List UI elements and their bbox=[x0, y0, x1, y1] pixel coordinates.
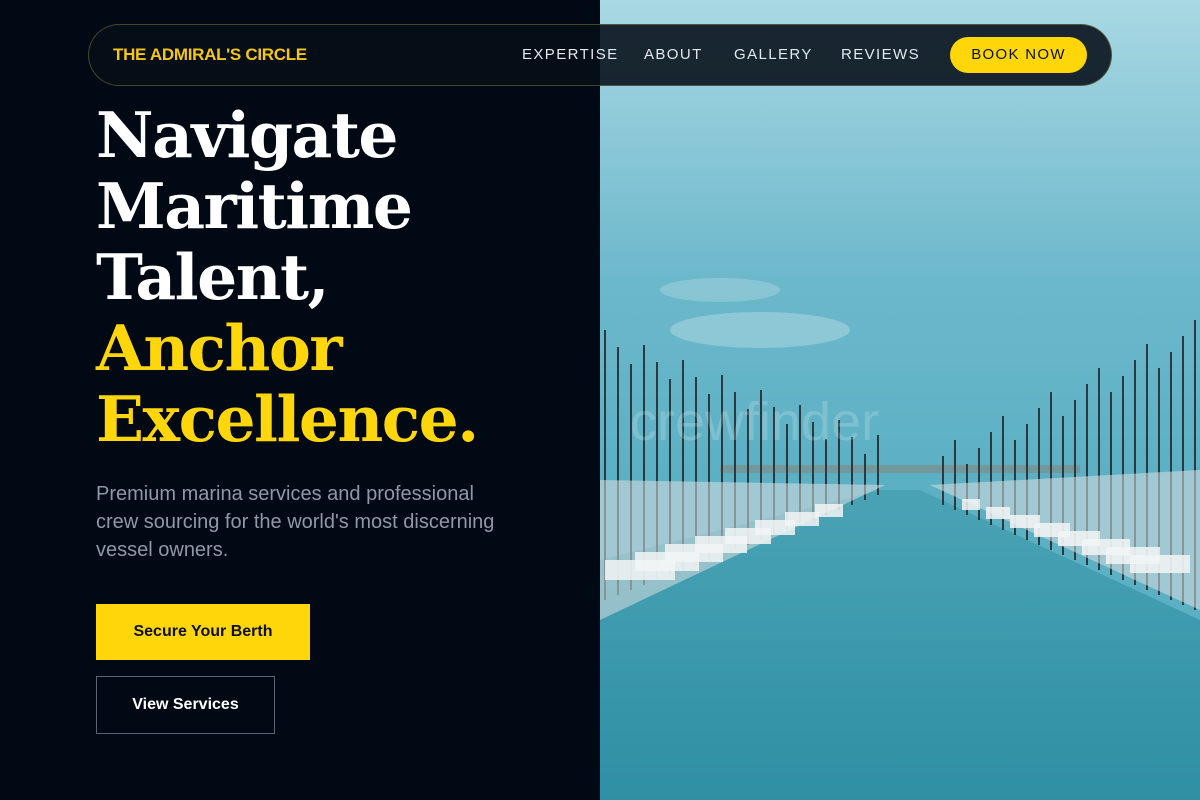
top-navigation: THE ADMIRAL'S CIRCLE EXPERTISE ABOUT GAL… bbox=[88, 24, 1112, 86]
hero-headline: Navigate Maritime Talent, Anchor Excelle… bbox=[96, 98, 479, 456]
headline-line: Navigate bbox=[96, 98, 399, 172]
headline-line-accent: Excellence. bbox=[96, 382, 479, 456]
secure-berth-button[interactable]: Secure Your Berth bbox=[96, 604, 310, 660]
nav-link-about[interactable]: ABOUT bbox=[644, 46, 703, 63]
nav-link-gallery[interactable]: GALLERY bbox=[734, 46, 813, 63]
headline-line-accent: Anchor bbox=[96, 311, 343, 385]
brand-logo[interactable]: THE ADMIRAL'S CIRCLE bbox=[113, 45, 307, 65]
hero-subtitle: Premium marina services and professional… bbox=[96, 483, 495, 561]
book-now-button[interactable]: BOOK NOW bbox=[950, 37, 1087, 73]
nav-link-expertise[interactable]: EXPERTISE bbox=[522, 46, 619, 63]
watermark-text: crewfinder bbox=[630, 392, 879, 452]
nav-link-reviews[interactable]: REVIEWS bbox=[841, 46, 920, 63]
hero-image-marina: crewfinder bbox=[600, 0, 1200, 800]
headline-line: Talent, bbox=[96, 240, 330, 314]
view-services-button[interactable]: View Services bbox=[96, 676, 275, 734]
headline-line: Maritime bbox=[96, 169, 413, 243]
